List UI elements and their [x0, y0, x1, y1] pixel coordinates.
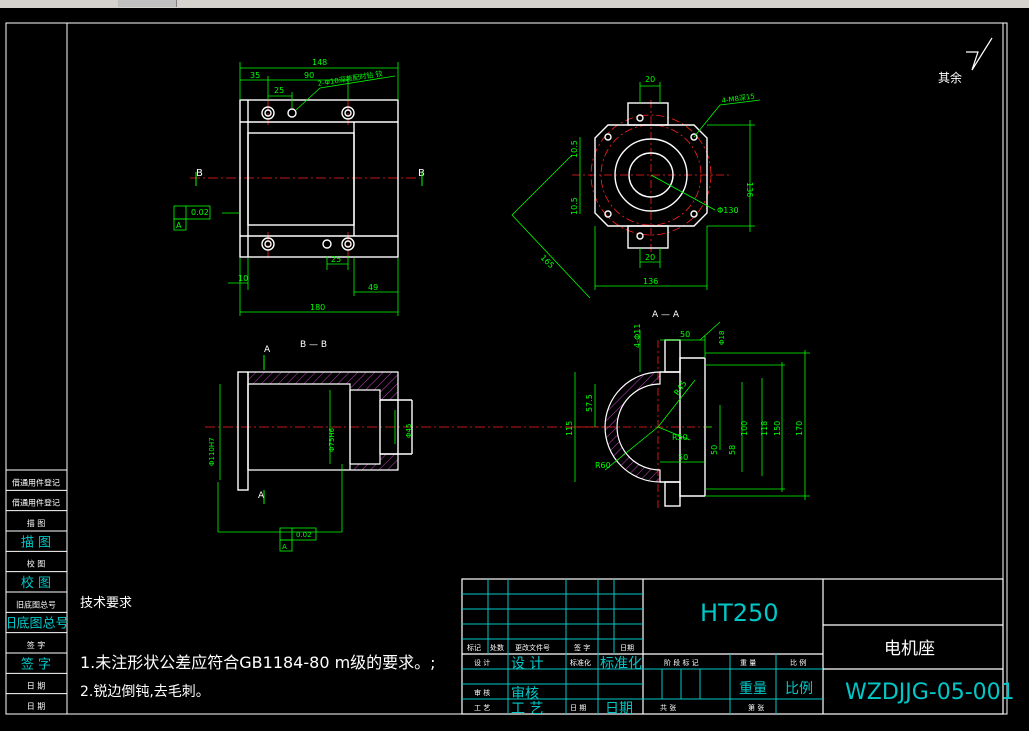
dim-a-50-mid: 50: [678, 453, 688, 462]
dim-front-49: 49: [368, 283, 378, 292]
tech-req-line2: 2.锐边倒钝,去毛刺。: [80, 684, 210, 700]
dim-front-148: 148: [312, 58, 327, 67]
dim-a-170: 170: [795, 421, 804, 436]
dim-a-118: 118: [760, 421, 769, 436]
material-text: HT250: [700, 599, 779, 627]
dim-a-r45: R45: [672, 379, 688, 397]
dim-a-57-5: 57.5: [585, 394, 594, 412]
row-header-0: 标记: [467, 643, 481, 652]
dim-front-25-bottom: 25: [331, 255, 341, 264]
row-header-3: 签 字: [574, 643, 590, 652]
dim-side-20-bottom: 20: [645, 253, 655, 262]
dim-front-35: 35: [250, 71, 260, 80]
drawing-number-text: WZDJJG-05-001: [845, 680, 1015, 705]
dim-a-r50: R50: [672, 433, 688, 442]
dim-front-hole-note: 2-Φ10深装配时钻 铰: [317, 69, 383, 88]
dim-side-136-width: 136: [643, 277, 658, 286]
roughness-symbol: [966, 37, 993, 71]
section-b-cut-mark-top: A: [264, 345, 271, 355]
ratio-label: 比例: [785, 681, 813, 697]
date-label: 日期: [605, 701, 633, 717]
dim-a-100: 100: [740, 421, 749, 436]
sheet-no: 第 张: [748, 703, 764, 712]
stamp-label: 旧底图总号: [16, 599, 56, 609]
sheets-total: 共 张: [660, 703, 676, 712]
section-b-tolerance-value: 0.02: [296, 531, 312, 539]
design-small: 设 计: [474, 658, 490, 667]
row-header-1: 处数: [490, 643, 504, 652]
front-datum: A: [176, 221, 182, 230]
stamp-label: 校 图: [27, 559, 46, 569]
outer-frame: [5, 22, 1008, 715]
inner-frame: [66, 22, 1004, 715]
dim-a-cbore: Φ18: [718, 331, 726, 345]
tech-req-line1: 1.未注形状公差应符合GB1184-80 m级的要求。;: [80, 653, 436, 672]
front-view: 148 35 90 25 2-Φ10深装配时钻 铰 25 10 49 180 0…: [173, 58, 425, 316]
section-a-title: A — A: [652, 310, 680, 320]
dim-a-hole: 4-Φ11: [633, 324, 642, 348]
dim-a-50-top: 50: [680, 330, 690, 339]
section-b-title: B — B: [300, 340, 327, 350]
cad-drawing: 其余 148 35 90 25 2-Φ10深装配时钻 铰 25 10 49 18…: [3, 22, 1015, 717]
dim-a-150: 150: [773, 421, 782, 436]
dim-side-diameter: Φ130: [717, 206, 739, 215]
stamp-label: 日 期: [27, 682, 46, 691]
row-header-4: 日期: [620, 644, 634, 652]
stamp-label: 旧底图总号: [3, 616, 68, 632]
ratio-small: 比 例: [790, 658, 806, 667]
stamp-label: 描 图: [27, 518, 46, 528]
dim-front-25-top: 25: [274, 86, 284, 95]
stamp-label: 借通用件登记: [12, 477, 60, 487]
section-b-view: Φ110H7 Φ75H6 Φ45 0.02 A B — B A A: [205, 340, 620, 552]
dim-b-110h7: Φ110H7: [208, 437, 216, 466]
section-b-datum: A: [282, 543, 287, 551]
front-tolerance-value: 0.02: [191, 208, 209, 217]
dim-a-115: 115: [565, 421, 574, 436]
side-view: 20 4-M8深15 10.5 10.5 136 Φ130 20 165 136: [511, 75, 761, 299]
part-name-text: 电机座: [884, 639, 935, 659]
remainder-label: 其余: [938, 70, 962, 85]
left-stamp-column: 借通用件登记借通用件登记描 图描 图校 图校 图旧底图总号旧底图总号签 字签 字…: [3, 469, 69, 715]
weight-label: 重量: [739, 681, 767, 697]
date-small: 日 期: [570, 704, 586, 712]
stamp-label: 借通用件登记: [12, 498, 60, 508]
stage-mark: 阶 段 标 记: [664, 658, 699, 667]
weight-small: 重 量: [740, 659, 756, 667]
dim-side-136-height: 136: [745, 182, 754, 197]
stamp-label: 签 字: [21, 656, 51, 672]
dim-side-10-5-lower: 10.5: [570, 197, 579, 215]
design-label: 设 计: [511, 656, 543, 672]
dim-side-20-top: 20: [645, 75, 655, 84]
craft-small: 工 艺: [474, 704, 490, 712]
dim-side-165: 165: [539, 253, 556, 270]
stamp-label: 日 期: [27, 702, 46, 711]
stamp-label: 描 图: [21, 535, 51, 550]
dim-b-75h6: Φ75H6: [328, 427, 336, 452]
dim-b-45: Φ45: [405, 424, 413, 438]
review-label: 审核: [511, 686, 539, 702]
tech-requirements: 技术要求 1.未注形状公差应符合GB1184-80 m级的要求。; 2.锐边倒钝…: [80, 596, 436, 700]
dim-side-10-5-upper: 10.5: [570, 140, 579, 158]
front-section-mark-left: B: [196, 168, 203, 179]
stamp-label: 签 字: [27, 640, 46, 650]
standard-label: 标准化: [600, 656, 642, 672]
row-header-2: 更改文件号: [515, 643, 550, 652]
window-tab[interactable]: [118, 0, 177, 7]
tech-req-title: 技术要求: [80, 596, 132, 611]
dim-a-58: 58: [728, 445, 737, 455]
standard-small: 标准化: [570, 658, 591, 667]
dim-front-90: 90: [304, 71, 314, 80]
title-block: HT250 电机座 WZDJJG-05-001 标记 处数 更改文件号 签 字 …: [461, 578, 1015, 717]
craft-label: 工 艺: [511, 701, 543, 717]
review-small: 审 核: [474, 688, 490, 697]
dim-front-180: 180: [310, 303, 325, 312]
stamp-label: 校 图: [21, 575, 51, 591]
dim-front-10: 10: [238, 274, 248, 283]
dim-a-r60: R60: [595, 461, 611, 470]
window-top-bar: [0, 0, 1029, 8]
dim-a-50-vert: 50: [710, 445, 719, 455]
section-a-view: 4-Φ11 50 Φ18 R45 R50 R60 57.5 115 50 50 …: [565, 310, 810, 510]
